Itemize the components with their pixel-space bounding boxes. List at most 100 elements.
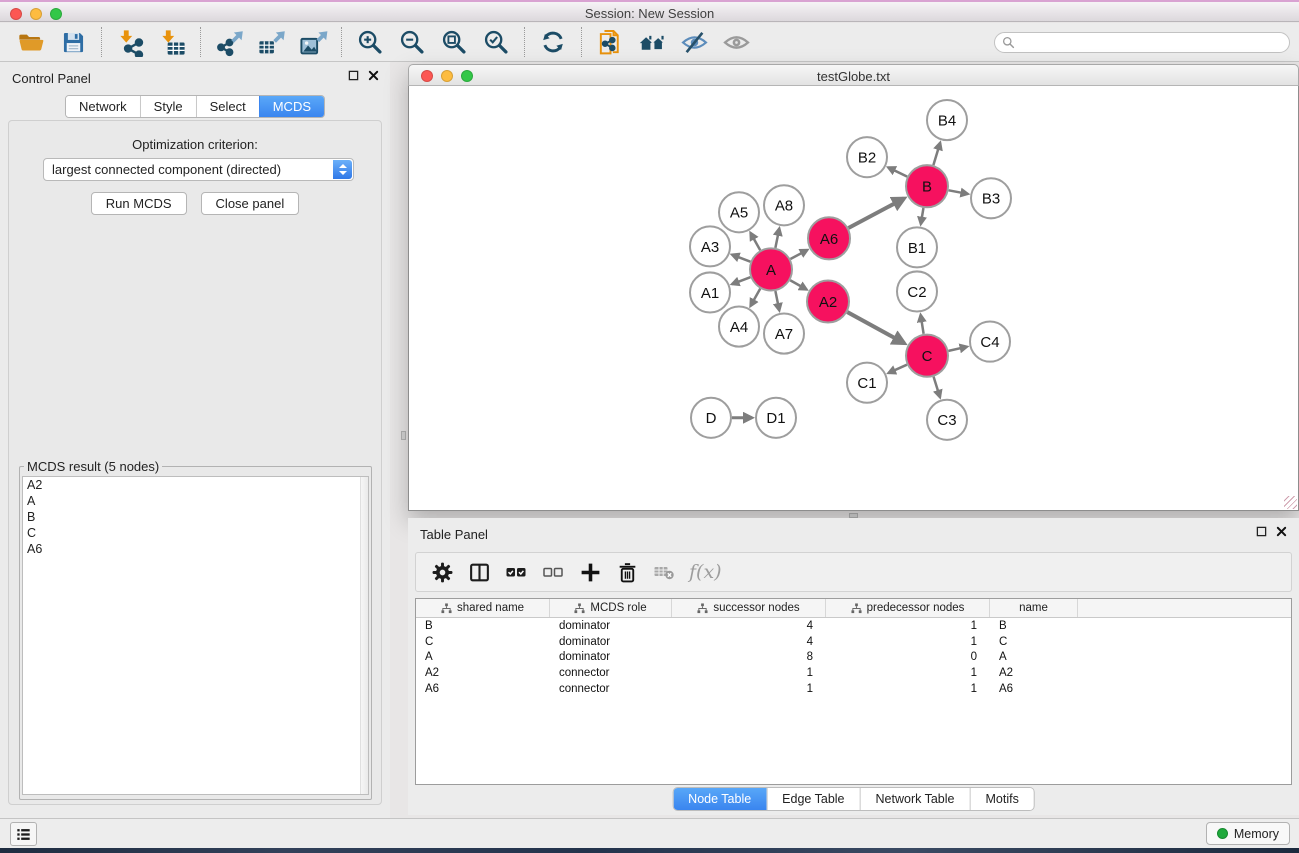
save-session-button[interactable] <box>52 25 94 59</box>
cell-shared-name[interactable]: B <box>416 620 550 632</box>
window-resize-grip[interactable] <box>1284 496 1297 509</box>
close-panel-button[interactable]: Close panel <box>201 192 300 215</box>
cell-shared-name[interactable]: C <box>416 636 550 648</box>
vertical-splitter-handle[interactable] <box>401 431 406 440</box>
cell-predecessor-nodes[interactable]: 0 <box>826 651 990 663</box>
node-C2[interactable]: C2 <box>897 271 937 311</box>
cell-successor-nodes[interactable]: 1 <box>672 667 826 679</box>
node-B4[interactable]: B4 <box>927 100 967 140</box>
zoom-out-button[interactable] <box>391 25 433 59</box>
tab-node-table[interactable]: Node Table <box>673 788 766 810</box>
cell-MCDS-role[interactable]: dominator <box>550 636 672 648</box>
node-D1[interactable]: D1 <box>756 398 796 438</box>
float-panel-icon[interactable] <box>1256 526 1267 537</box>
create-column-button[interactable] <box>576 558 604 586</box>
cell-shared-name[interactable]: A2 <box>416 667 550 679</box>
edge-A-A8[interactable] <box>775 228 779 247</box>
function-builder-button[interactable]: f(x) <box>689 561 722 583</box>
network-from-selection-button[interactable] <box>589 25 631 59</box>
column-header-successor-nodes[interactable]: successor nodes <box>672 599 826 617</box>
edge-B-B4[interactable] <box>933 143 940 166</box>
table-row[interactable]: Cdominator41C <box>416 634 1291 650</box>
cell-successor-nodes[interactable]: 8 <box>672 651 826 663</box>
edge-A-A4[interactable] <box>751 289 761 306</box>
result-item[interactable]: A2 <box>23 477 368 493</box>
edge-C-C1[interactable] <box>888 365 907 373</box>
criterion-dropdown[interactable]: largest connected component (directed) <box>43 158 354 181</box>
node-B[interactable]: B <box>906 165 948 207</box>
edge-B-B1[interactable] <box>921 208 924 224</box>
tab-mcds[interactable]: MCDS <box>259 96 324 117</box>
cell-MCDS-role[interactable]: connector <box>550 667 672 679</box>
refresh-layout-button[interactable] <box>532 25 574 59</box>
float-panel-icon[interactable] <box>348 70 359 81</box>
edge-C-C2[interactable] <box>921 315 924 334</box>
node-A2[interactable]: A2 <box>807 280 849 322</box>
zoom-fit-button[interactable] <box>433 25 475 59</box>
import-table-button[interactable] <box>151 25 193 59</box>
column-header-MCDS-role[interactable]: MCDS role <box>550 599 672 617</box>
edge-A-A6[interactable] <box>790 250 807 259</box>
node-B2[interactable]: B2 <box>847 137 887 177</box>
node-A3[interactable]: A3 <box>690 226 730 266</box>
search-input[interactable] <box>1015 35 1289 51</box>
node-A8[interactable]: A8 <box>764 185 804 225</box>
node-A5[interactable]: A5 <box>719 192 759 232</box>
node-D[interactable]: D <box>691 398 731 438</box>
table-row[interactable]: A2connector11A2 <box>416 665 1291 681</box>
cell-successor-nodes[interactable]: 4 <box>672 636 826 648</box>
cell-successor-nodes[interactable]: 4 <box>672 620 826 632</box>
node-B3[interactable]: B3 <box>971 178 1011 218</box>
dropdown-spinner-icon[interactable] <box>333 160 352 179</box>
table-mode-settings-button[interactable] <box>428 558 456 586</box>
cell-MCDS-role[interactable]: dominator <box>550 651 672 663</box>
node-C[interactable]: C <box>906 335 948 377</box>
show-panel-list-button[interactable] <box>10 822 37 846</box>
tab-edge-table[interactable]: Edge Table <box>766 788 859 810</box>
network-canvas[interactable]: B4B2BB3A5A8A6A3B1AA1C2A2A4A7C4CC1C3DD1 <box>408 86 1299 511</box>
edge-A-A3[interactable] <box>732 255 750 262</box>
edge-A-A1[interactable] <box>732 277 750 284</box>
result-scrollbar[interactable] <box>360 477 368 794</box>
cell-MCDS-role[interactable]: dominator <box>550 620 672 632</box>
cell-shared-name[interactable]: A6 <box>416 683 550 695</box>
tab-style[interactable]: Style <box>140 96 196 117</box>
export-image-button[interactable] <box>292 25 334 59</box>
search-field[interactable] <box>994 32 1290 53</box>
cell-predecessor-nodes[interactable]: 1 <box>826 667 990 679</box>
export-network-button[interactable] <box>208 25 250 59</box>
run-mcds-button[interactable]: Run MCDS <box>91 192 187 215</box>
edge-B-B2[interactable] <box>888 167 907 176</box>
select-all-button[interactable] <box>502 558 530 586</box>
column-header-shared-name[interactable]: shared name <box>416 599 550 617</box>
node-C4[interactable]: C4 <box>970 322 1010 362</box>
export-table-button[interactable] <box>250 25 292 59</box>
open-session-button[interactable] <box>10 25 52 59</box>
show-columns-button[interactable] <box>465 558 493 586</box>
cell-name[interactable]: B <box>990 620 1078 632</box>
column-header-predecessor-nodes[interactable]: predecessor nodes <box>826 599 990 617</box>
node-A6[interactable]: A6 <box>808 217 850 259</box>
node-B1[interactable]: B1 <box>897 227 937 267</box>
edge-C-C4[interactable] <box>948 347 967 351</box>
node-C3[interactable]: C3 <box>927 400 967 440</box>
close-panel-icon[interactable] <box>1276 526 1287 537</box>
zoom-selected-button[interactable] <box>475 25 517 59</box>
cell-predecessor-nodes[interactable]: 1 <box>826 683 990 695</box>
tab-network-table[interactable]: Network Table <box>860 788 970 810</box>
deselect-all-button[interactable] <box>539 558 567 586</box>
destroy-table-button[interactable] <box>650 558 678 586</box>
cell-name[interactable]: C <box>990 636 1078 648</box>
cell-name[interactable]: A <box>990 651 1078 663</box>
import-network-button[interactable] <box>109 25 151 59</box>
node-A4[interactable]: A4 <box>719 307 759 347</box>
result-item[interactable]: A <box>23 493 368 509</box>
edge-A-A7[interactable] <box>775 291 779 310</box>
tab-motifs[interactable]: Motifs <box>969 788 1033 810</box>
column-header-name[interactable]: name <box>990 599 1078 617</box>
show-all-button[interactable] <box>715 25 757 59</box>
edge-A-A5[interactable] <box>751 233 761 250</box>
node-C1[interactable]: C1 <box>847 363 887 403</box>
edge-C-C3[interactable] <box>934 377 940 398</box>
hide-selected-button[interactable] <box>673 25 715 59</box>
